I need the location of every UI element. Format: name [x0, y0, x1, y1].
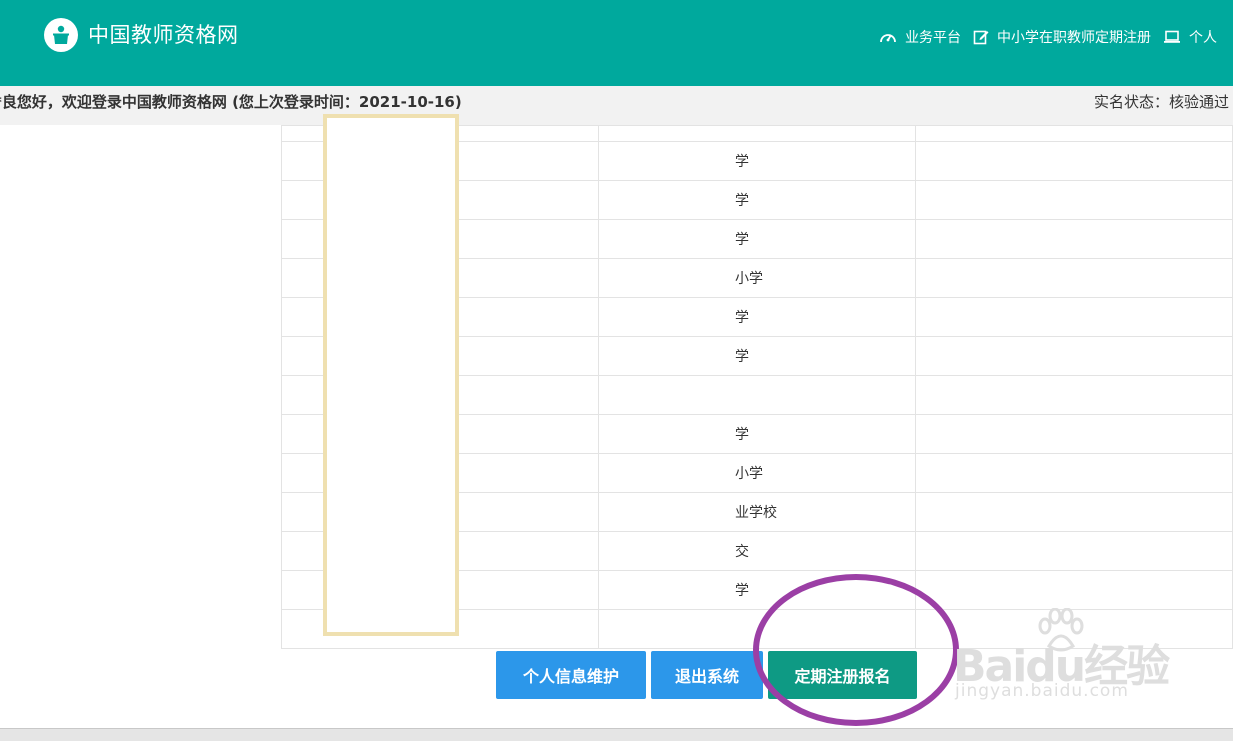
laptop-icon [1164, 30, 1180, 43]
school-name: 学 [735, 349, 749, 365]
school-name: 学 [735, 427, 749, 443]
teacher-logo-icon [44, 18, 78, 52]
nav-label: 业务平台 [905, 30, 961, 46]
extra-cell [915, 531, 1233, 571]
site-logo[interactable]: 中国教师资格网 [44, 18, 239, 52]
nav-personal[interactable]: 个人 [1163, 27, 1217, 47]
extra-cell [915, 258, 1233, 298]
school-name-cell: 小学 [598, 258, 916, 298]
table-cell [598, 125, 916, 142]
school-name: 学 [735, 232, 749, 248]
nav-business-platform[interactable]: 业务平台 [879, 27, 961, 47]
school-name-cell: 学 [598, 180, 916, 220]
extra-cell [915, 141, 1233, 181]
watermark-url: jingyan.baidu.com [955, 681, 1129, 701]
school-name-cell [598, 375, 916, 415]
nav-teacher-registration[interactable]: 中小学在职教师定期注册 [973, 27, 1151, 47]
annotation-circle [753, 574, 959, 726]
extra-cell [915, 219, 1233, 259]
edit-icon [973, 30, 989, 45]
school-name-cell: 学 [598, 219, 916, 259]
nav-label: 中小学在职教师定期注册 [997, 30, 1151, 46]
verification-status: 实名状态：核验通过 [1093, 93, 1229, 111]
school-name-cell: 小学 [598, 453, 916, 493]
header-bar: 中国教师资格网 业务平台 中小学在职教师定期注册 个人 [0, 0, 1233, 86]
extra-cell [915, 414, 1233, 454]
nav-label: 个人 [1189, 30, 1217, 46]
site-title: 中国教师资格网 [88, 23, 239, 47]
dashboard-icon [880, 34, 896, 43]
school-name-cell: 学 [598, 141, 916, 181]
extra-cell [915, 180, 1233, 220]
baidu-watermark: Baidu经验 jingyan.baidu.com [953, 605, 1175, 715]
redaction-box [323, 114, 459, 636]
school-name: 小学 [735, 271, 763, 287]
school-name: 学 [735, 310, 749, 326]
school-name-cell: 交 [598, 531, 916, 571]
school-name: 业学校 [735, 505, 777, 521]
extra-cell [915, 492, 1233, 532]
extra-cell [915, 375, 1233, 415]
school-name: 学 [735, 154, 749, 170]
extra-cell [915, 453, 1233, 493]
extra-cell [915, 570, 1233, 610]
personal-info-button[interactable]: 个人信息维护 [496, 651, 646, 699]
table-cell [915, 125, 1233, 142]
school-name: 学 [735, 193, 749, 209]
extra-cell [915, 336, 1233, 376]
bottom-strip [0, 728, 1233, 741]
school-name-cell: 业学校 [598, 492, 916, 532]
school-name-cell: 学 [598, 414, 916, 454]
school-name: 交 [735, 544, 749, 560]
logout-button[interactable]: 退出系统 [651, 651, 763, 699]
school-name-cell: 学 [598, 297, 916, 337]
welcome-bar: *良您好，欢迎登录中国教师资格网 (您上次登录时间：2021-10-16) 实名… [0, 86, 1233, 125]
school-name: 小学 [735, 466, 763, 482]
extra-cell [915, 297, 1233, 337]
top-nav: 业务平台 中小学在职教师定期注册 个人 [879, 27, 1229, 47]
school-name-cell: 学 [598, 336, 916, 376]
